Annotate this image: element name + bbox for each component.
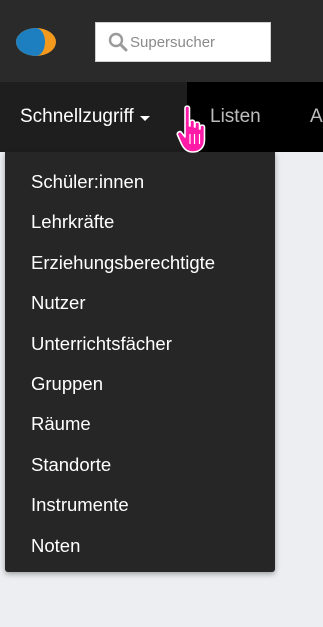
nav-schnellzugriff[interactable]: Schnellzugriff: [0, 82, 187, 152]
nav-listen[interactable]: Listen: [210, 82, 261, 152]
dropdown-item-nutzer[interactable]: Nutzer: [5, 283, 275, 323]
main-nav: Schnellzugriff Listen A: [0, 82, 323, 152]
dropdown-item-schueler[interactable]: Schüler:innen: [5, 162, 275, 202]
nav-item-truncated[interactable]: A: [310, 82, 323, 152]
nav-listen-label: Listen: [210, 106, 261, 127]
dropdown-item-instrumente[interactable]: Instrumente: [5, 485, 275, 525]
dropdown-item-standorte[interactable]: Standorte: [5, 445, 275, 485]
search-box[interactable]: [95, 22, 271, 62]
nav-truncated-label: A: [310, 106, 323, 127]
top-bar: [0, 0, 323, 82]
schnellzugriff-dropdown: Schüler:innen Lehrkräfte Erziehungsberec…: [5, 152, 275, 572]
caret-down-icon: [139, 115, 150, 121]
dropdown-item-gruppen[interactable]: Gruppen: [5, 364, 275, 404]
search-icon: [108, 32, 128, 52]
hand-pointer-icon: [176, 104, 212, 156]
dropdown-item-noten[interactable]: Noten: [5, 526, 275, 566]
app-logo-icon[interactable]: [14, 26, 58, 58]
dropdown-item-unterrichtsfaecher[interactable]: Unterrichtsfächer: [5, 324, 275, 364]
nav-schnellzugriff-label: Schnellzugriff: [20, 106, 134, 127]
dropdown-item-lehrkraefte[interactable]: Lehrkräfte: [5, 202, 275, 242]
dropdown-item-raeume[interactable]: Räume: [5, 404, 275, 444]
search-input[interactable]: [130, 33, 270, 51]
dropdown-item-erziehungsberechtigte[interactable]: Erziehungsberechtigte: [5, 243, 275, 283]
